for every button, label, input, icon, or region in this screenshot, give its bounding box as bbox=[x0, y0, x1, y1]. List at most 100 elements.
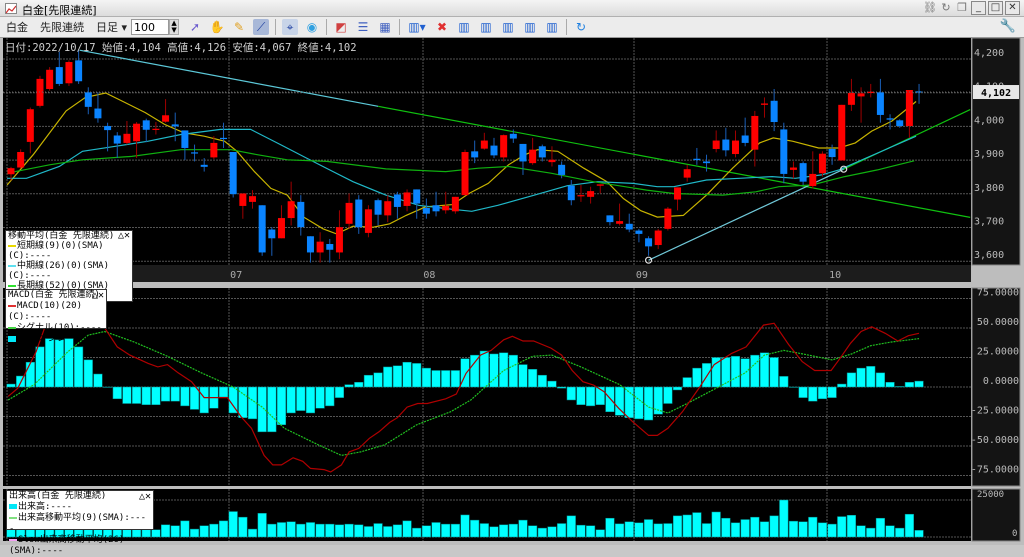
macd-oscillator-bar bbox=[615, 386, 625, 416]
volume-bar bbox=[402, 520, 412, 538]
volume-bar bbox=[634, 522, 644, 538]
candle-up bbox=[461, 152, 469, 196]
volume-bar bbox=[740, 519, 750, 538]
chart-window-icon[interactable]: ◩ bbox=[333, 19, 349, 35]
macd-oscillator-bar bbox=[122, 386, 132, 404]
price-tick-label: 3,800 bbox=[974, 183, 1004, 194]
macd-tick-label: -75.0000 bbox=[971, 465, 1019, 476]
macd-oscillator-bar bbox=[518, 364, 528, 388]
bar-chart-dropdown-icon[interactable]: ▥▾ bbox=[406, 19, 428, 35]
candle-down bbox=[703, 161, 711, 164]
macd-oscillator-bar bbox=[103, 386, 113, 388]
volume-bar bbox=[537, 527, 547, 538]
candle-down bbox=[104, 126, 112, 131]
link-icon[interactable]: ⛓ bbox=[923, 1, 937, 15]
volume-bar bbox=[586, 525, 596, 538]
hand-icon[interactable]: ✋ bbox=[209, 19, 225, 35]
macd-oscillator-bar bbox=[132, 386, 142, 404]
volume-bar bbox=[460, 514, 470, 538]
candle-down bbox=[75, 60, 83, 82]
zoom-circle-icon[interactable]: ◉ bbox=[304, 19, 320, 35]
maximize-button[interactable]: □ bbox=[988, 1, 1003, 15]
candle-up bbox=[712, 140, 720, 149]
bar-count-input[interactable] bbox=[131, 19, 170, 35]
grid-rows-icon[interactable]: ☰ bbox=[355, 19, 371, 35]
legend-controls[interactable]: △✕ bbox=[139, 491, 151, 502]
delete-indicator-icon[interactable]: ✖ bbox=[434, 19, 450, 35]
indicator-2-icon[interactable]: ▥ bbox=[478, 19, 494, 35]
volume-bar bbox=[305, 522, 316, 538]
candle-down bbox=[142, 120, 150, 130]
crosshair-icon[interactable]: ⌖ bbox=[282, 19, 299, 35]
candle-up bbox=[7, 168, 15, 175]
volume-bar bbox=[798, 521, 808, 538]
volume-bar bbox=[383, 526, 393, 538]
candle-down bbox=[306, 236, 314, 253]
draw-line-icon[interactable]: ⟋ bbox=[253, 19, 270, 35]
chart-area[interactable]: 4,2004,1004,0003,9003,8003,7003,60006070… bbox=[0, 38, 1024, 545]
grid-table-icon[interactable]: ▦ bbox=[377, 19, 393, 35]
contract-selector[interactable]: 先限連続 bbox=[40, 19, 84, 35]
current-price-label: 4,102 bbox=[981, 88, 1011, 99]
price-tick-label: 4,200 bbox=[974, 48, 1004, 59]
pencil-icon[interactable]: ✎ bbox=[231, 19, 247, 35]
indicator-4-icon[interactable]: ▥ bbox=[522, 19, 538, 35]
wrench-icon[interactable]: 🔧 bbox=[1000, 19, 1016, 34]
volume-bar bbox=[286, 521, 296, 538]
indicator-5-icon[interactable]: ▥ bbox=[544, 19, 560, 35]
cursor-icon[interactable]: ➚ bbox=[187, 19, 203, 35]
volume-bar bbox=[238, 516, 248, 538]
refresh-icon[interactable]: ↻ bbox=[939, 1, 953, 15]
volume-bar bbox=[779, 499, 789, 538]
macd-legend-item: シグナル(10):---- bbox=[8, 323, 104, 334]
indicator-1-icon[interactable]: ▥ bbox=[456, 19, 472, 35]
macd-oscillator-bar bbox=[682, 377, 692, 388]
macd-oscillator-bar bbox=[373, 372, 383, 388]
volume-bar bbox=[837, 516, 847, 538]
symbol-selector[interactable]: 白金 bbox=[6, 19, 28, 35]
indicator-3-icon[interactable]: ▥ bbox=[500, 19, 516, 35]
macd-oscillator-bar bbox=[779, 376, 789, 388]
macd-oscillator-bar bbox=[875, 372, 885, 388]
ohlc-info-line: 日付:2022/10/17 始値:4,104 高値:4,126 安値:4,067… bbox=[5, 42, 357, 54]
macd-oscillator-bar bbox=[315, 386, 325, 409]
candle-down bbox=[113, 135, 121, 144]
candle-up bbox=[500, 135, 508, 158]
period-dropdown[interactable]: 日足 ▾ bbox=[96, 19, 127, 35]
candle-down bbox=[374, 200, 382, 215]
macd-legend-title: MACD(白金 先限連続) bbox=[8, 290, 100, 300]
reload-icon[interactable]: ↻ bbox=[573, 19, 589, 35]
close-button[interactable]: ✕ bbox=[1005, 1, 1020, 15]
macd-oscillator-bar bbox=[605, 386, 615, 413]
legend-controls[interactable]: △✕ bbox=[92, 290, 104, 301]
toolbar: 白金 先限連続 日足 ▾ ▲▼ ➚ ✋ ✎ ⟋ ⌖ ◉ ◩ ☰ ▦ ▥▾ ✖ ▥… bbox=[0, 17, 1024, 38]
macd-oscillator-bar bbox=[895, 386, 905, 388]
copy-icon[interactable]: ❐ bbox=[955, 1, 969, 15]
candle-down bbox=[645, 238, 653, 247]
macd-oscillator-bar bbox=[6, 383, 16, 388]
volume-bar bbox=[470, 519, 480, 538]
macd-oscillator-bar bbox=[276, 386, 287, 426]
macd-oscillator-bar bbox=[189, 386, 200, 410]
candle-up bbox=[674, 187, 682, 200]
candle-down bbox=[741, 135, 749, 143]
volume-bar bbox=[914, 530, 924, 538]
candle-up bbox=[789, 167, 797, 170]
volume-bar bbox=[701, 523, 712, 538]
volume-legend-item: 出来高:---- bbox=[9, 502, 151, 513]
candle-up bbox=[905, 90, 913, 127]
candle-up bbox=[847, 93, 855, 105]
macd-oscillator-bar bbox=[286, 386, 296, 414]
macd-oscillator-bar bbox=[170, 386, 180, 402]
macd-oscillator-bar bbox=[508, 354, 518, 388]
price-tick-label: 3,900 bbox=[974, 149, 1004, 160]
candle-down bbox=[625, 223, 633, 230]
minimize-button[interactable]: _ bbox=[971, 1, 986, 15]
volume-bar bbox=[817, 522, 827, 538]
candle-down bbox=[393, 194, 401, 207]
macd-oscillator-bar bbox=[441, 370, 451, 388]
candle-up bbox=[480, 140, 488, 149]
legend-controls[interactable]: △✕ bbox=[118, 231, 130, 241]
macd-tick-label: -25.0000 bbox=[971, 406, 1019, 417]
bar-count-stepper[interactable]: ▲ ▼ bbox=[169, 19, 180, 35]
